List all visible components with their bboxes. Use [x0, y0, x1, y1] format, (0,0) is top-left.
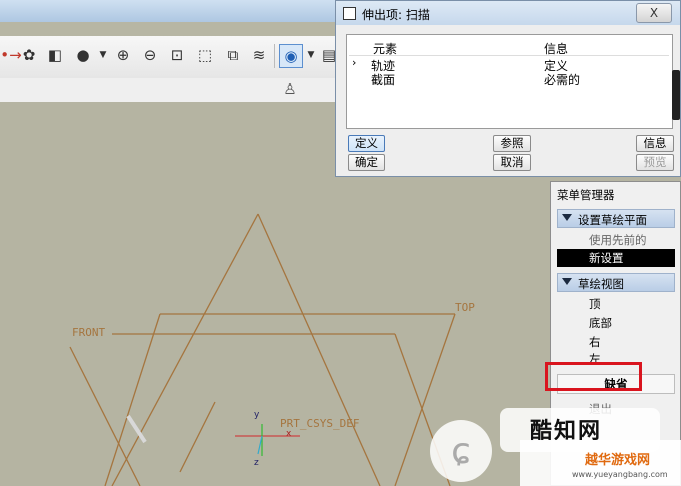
section-sketch-view[interactable]: 草绘视图	[557, 273, 675, 292]
appearance-icon[interactable]: ◧	[44, 44, 66, 66]
collapse-triangle-icon	[562, 278, 572, 285]
sweep-dialog: 伸出项: 扫描 X 元素 信息 › 轨迹 定义 截面 必需的 定义 参照 信息 …	[335, 0, 681, 177]
dialog-resize-grip[interactable]	[672, 70, 680, 120]
highlight-box	[545, 362, 642, 391]
watermark-url: www.yueyangbang.com	[572, 470, 668, 479]
menu-item-top[interactable]: 顶	[557, 295, 675, 313]
info-button[interactable]: 信息	[636, 135, 674, 152]
element-table: 元素 信息 › 轨迹 定义 截面 必需的	[346, 34, 673, 129]
figure-icon[interactable]: ♙	[279, 78, 301, 100]
top-plane-edge	[104, 313, 161, 486]
dropdown-arrow-icon[interactable]: ▼	[92, 44, 114, 66]
ok-button[interactable]: 确定	[348, 154, 385, 171]
menu-item-left[interactable]: 左	[557, 350, 675, 362]
current-row-chevron-icon: ›	[352, 56, 357, 69]
menu-item-bottom[interactable]: 底部	[557, 314, 675, 332]
refit-icon[interactable]: ⊡	[166, 44, 188, 66]
menu-item-use-previous[interactable]: 使用先前的	[557, 231, 675, 249]
preview-button[interactable]: 预览	[636, 154, 674, 171]
dialog-title-bar: 伸出项: 扫描 X	[336, 1, 680, 25]
dialog-window-icon	[343, 7, 356, 20]
dialog-close-button[interactable]: X	[636, 3, 672, 23]
csys-label: PRT_CSYS_DEF	[280, 417, 360, 430]
zoom-out-icon[interactable]: ⊖	[139, 44, 161, 66]
layers-icon[interactable]: ≋	[248, 44, 270, 66]
menu-item-right[interactable]: 右	[557, 333, 675, 351]
define-button[interactable]: 定义	[348, 135, 385, 152]
menu-manager-title: 菜单管理器	[557, 188, 615, 202]
reorient-icon[interactable]: ⬚	[194, 44, 216, 66]
reference-button[interactable]: 参照	[493, 135, 531, 152]
cancel-button[interactable]: 取消	[493, 154, 531, 171]
header-divider	[349, 55, 669, 56]
shading-sphere-icon[interactable]: ●	[72, 44, 94, 66]
spin-icon[interactable]: ✿	[18, 44, 40, 66]
front-datum-label: FRONT	[72, 326, 106, 339]
y-axis-label: y	[254, 410, 260, 420]
secondary-toolbar: ♙	[0, 78, 340, 103]
top-datum-label: TOP	[455, 301, 475, 314]
section-label: 草绘视图	[578, 277, 624, 291]
datum-edge	[179, 401, 216, 473]
section-setup-sketch-plane[interactable]: 设置草绘平面	[557, 209, 675, 228]
table-row-element[interactable]: 截面	[371, 71, 395, 88]
datum-edge	[257, 213, 381, 486]
collapse-triangle-icon	[562, 214, 572, 221]
x-axis-label: x	[286, 429, 292, 439]
watermark-brand-secondary: 越华游戏网	[585, 453, 651, 468]
datum-edge	[111, 213, 259, 486]
zoom-in-icon[interactable]: ⊕	[112, 44, 134, 66]
watermark-logo-icon: ɕ	[430, 420, 492, 482]
table-row-info[interactable]: 必需的	[544, 71, 580, 88]
z-axis-label: z	[254, 458, 259, 468]
section-label: 设置草绘平面	[578, 213, 647, 227]
dialog-title: 伸出项: 扫描	[362, 8, 430, 22]
saved-views-icon[interactable]: ⧉	[222, 44, 244, 66]
toolbar-separator	[274, 44, 275, 68]
main-toolbar: •→ ✿ ◧ ● ▼ ⊕ ⊖ ⊡ ⬚ ⧉ ≋ ◉ ▼ ▤	[0, 36, 340, 79]
menu-item-new-setting[interactable]: 新设置	[557, 249, 675, 267]
